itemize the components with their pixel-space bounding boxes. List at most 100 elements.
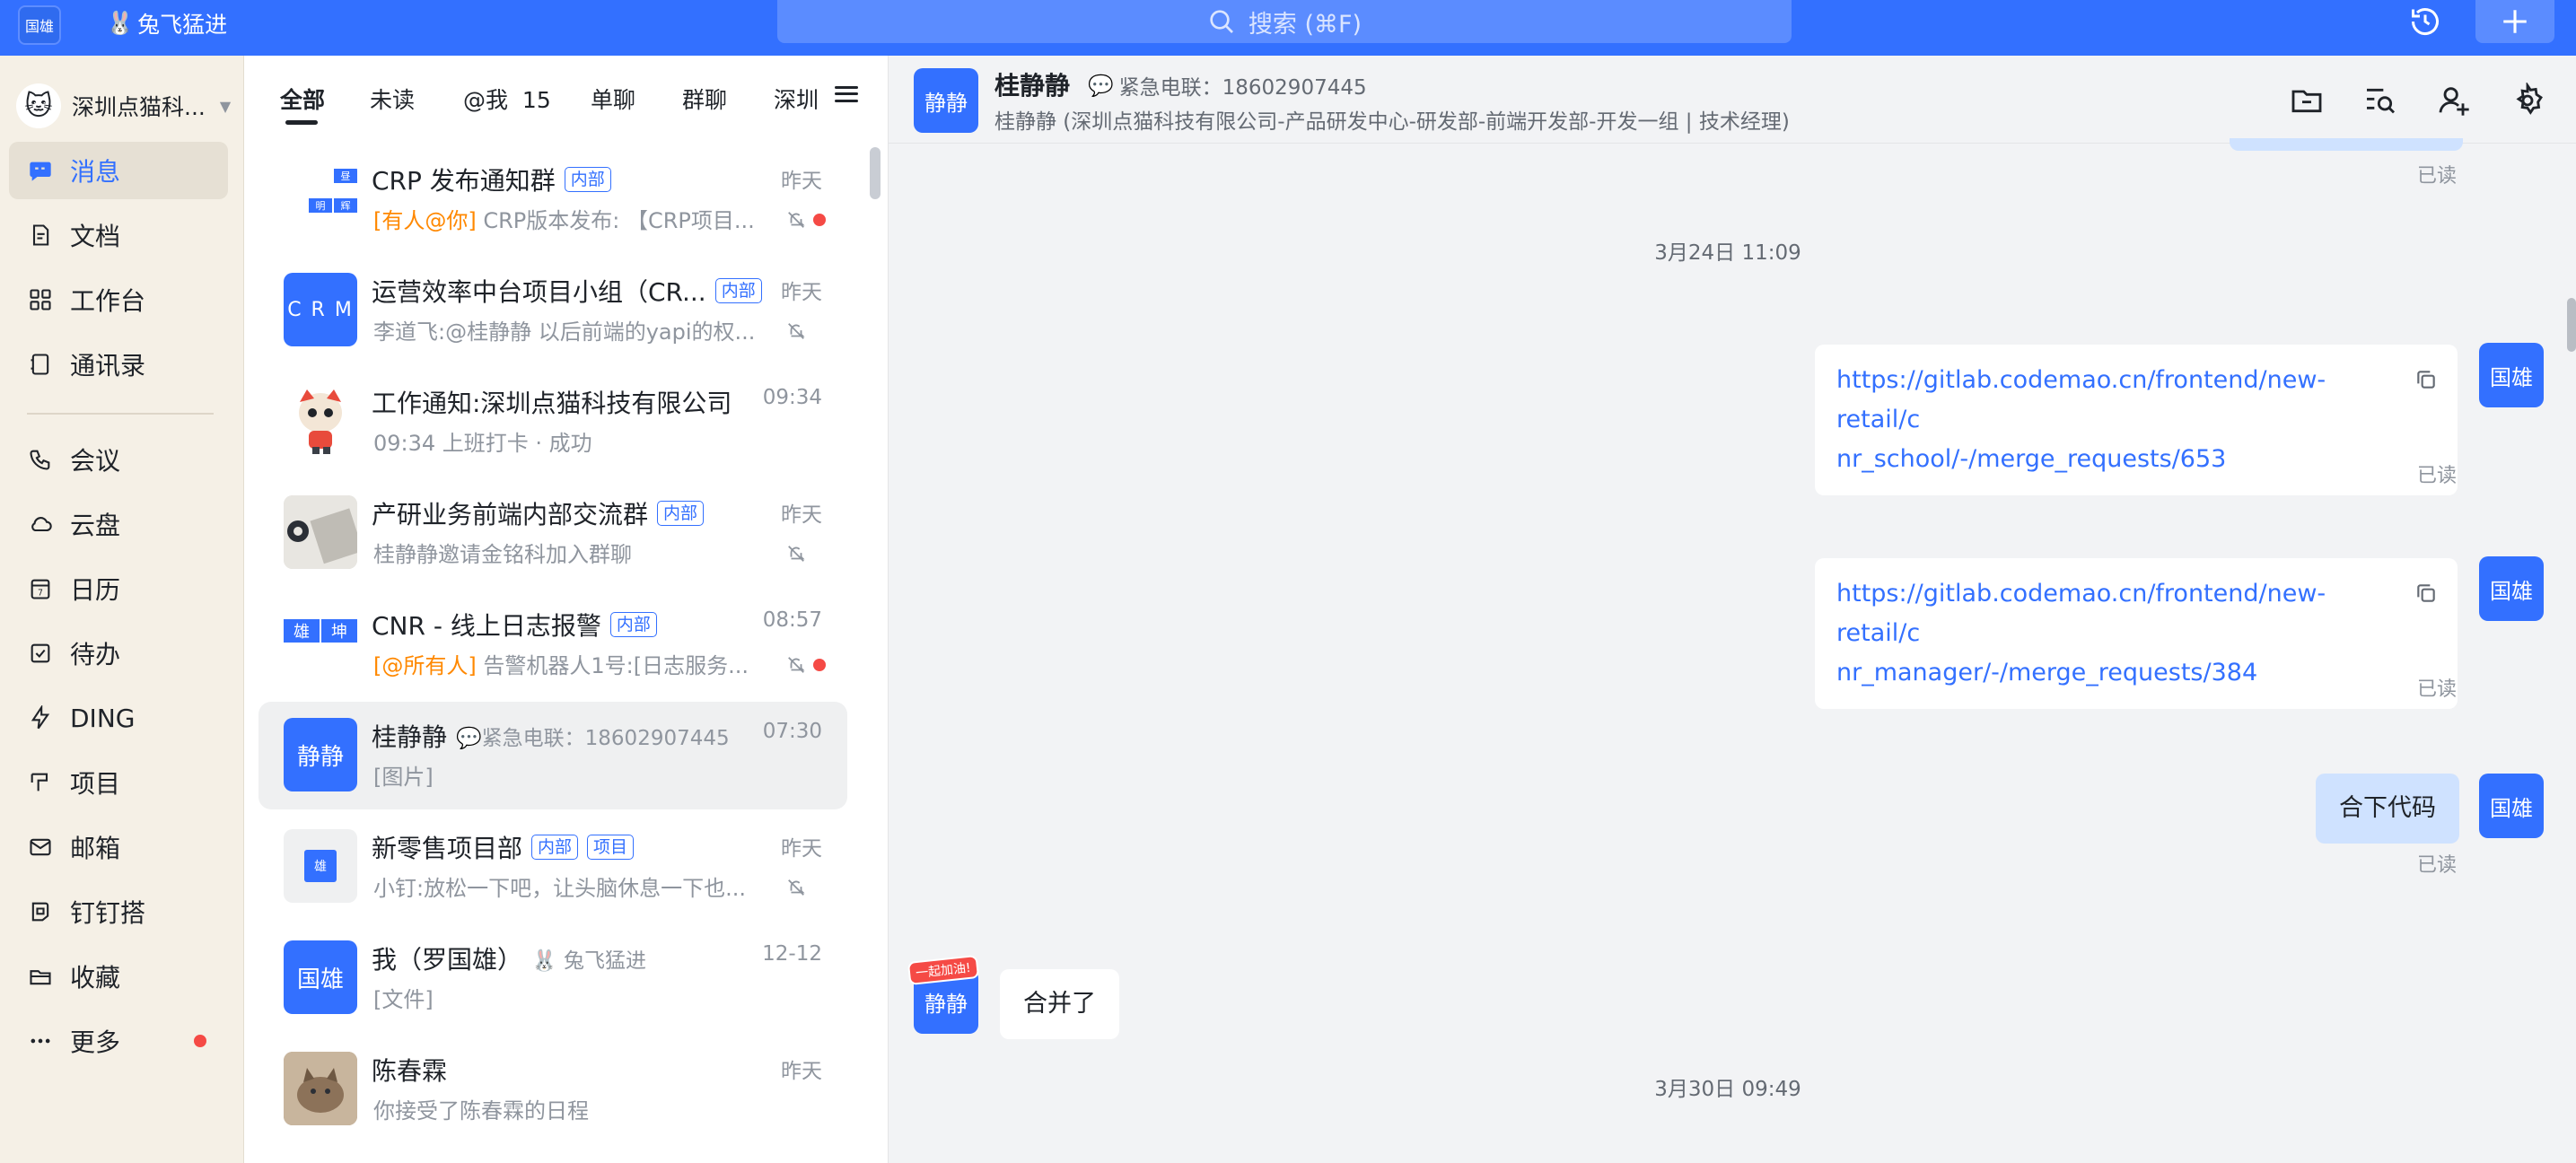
nav-meeting[interactable]: 会议 <box>9 431 228 488</box>
nav-more[interactable]: 更多 <box>9 1012 228 1070</box>
mute-bell-icon <box>788 323 805 339</box>
chat-scrollbar[interactable] <box>2567 298 2576 352</box>
conversation-time: 昨天 <box>781 170 822 193</box>
nav-mail[interactable]: 邮箱 <box>9 818 228 876</box>
left-navigation: 🐱 深圳点猫科... ▼ 消息 文档 工作台 通讯录 会议 云盘 7 日历 待办… <box>0 56 244 1163</box>
nav-label: 项目 <box>70 769 121 799</box>
nav-divider <box>27 413 214 415</box>
nav-builder[interactable]: 钉钉搭 <box>9 883 228 940</box>
conversation-time: 昨天 <box>781 281 822 304</box>
my-avatar[interactable]: 国雄 <box>2479 556 2544 621</box>
tab-mention[interactable]: @我 15 <box>463 83 551 115</box>
conversation-title-row: 新零售项目部 内部 项目 <box>372 829 635 865</box>
user-avatar[interactable]: 国雄 <box>18 5 61 45</box>
mention-tag: [有人@你] <box>373 208 477 233</box>
nav-todo[interactable]: 待办 <box>9 625 228 682</box>
tab-group[interactable]: 群聊 <box>682 83 727 115</box>
org-switcher[interactable]: 🐱 深圳点猫科... ▼ <box>16 77 232 135</box>
message-link[interactable]: https://gitlab.codemao.cn/frontend/new-r… <box>1836 574 2380 653</box>
conversation-item[interactable]: 产研业务前端内部交流群 内部 昨天 桂静静邀请金铭科加入群聊 <box>258 479 847 587</box>
copy-icon[interactable] <box>2414 368 2438 391</box>
chat-contact-name[interactable]: 桂静静 <box>994 66 1070 102</box>
create-button[interactable] <box>2475 0 2554 43</box>
nav-calendar[interactable]: 7 日历 <box>9 560 228 617</box>
nav-project[interactable]: 项目 <box>9 754 228 811</box>
mascot-avatar <box>284 384 357 458</box>
conversation-item[interactable]: 雄 坤 CNR - 线上日志报警 内部 08:57 [@所有人] 告警机器人1号… <box>258 590 847 698</box>
conversation-avatar: C R M <box>284 273 357 346</box>
conversation-title-row: 工作通知:深圳点猫科技有限公司 <box>372 384 732 420</box>
tab-menu-icon[interactable] <box>833 81 860 108</box>
my-avatar[interactable]: 国雄 <box>2479 343 2544 407</box>
message-bubble-link[interactable]: https://gitlab.codemao.cn/frontend/new-r… <box>1815 345 2458 495</box>
conversation-preview: 小钉:放松一下吧，让头脑休息一下也... <box>373 876 746 901</box>
plus-icon <box>2503 10 2527 33</box>
unread-dot <box>813 659 826 671</box>
search-history-icon[interactable] <box>2362 83 2398 118</box>
nav-label: 会议 <box>70 446 121 476</box>
history-icon[interactable] <box>2405 2 2445 41</box>
add-member-icon[interactable] <box>2436 83 2472 118</box>
message-bubble-theirs[interactable]: 合并了 <box>1000 969 1119 1039</box>
conversation-time: 昨天 <box>781 1060 822 1083</box>
nav-ding[interactable]: DING <box>9 689 228 747</box>
nav-label: 邮箱 <box>70 834 121 863</box>
settings-gear-icon[interactable] <box>2510 83 2545 118</box>
org-logo: 🐱 <box>16 83 61 128</box>
message-bubble-mine[interactable]: 合下代码 <box>2316 774 2459 844</box>
conversation-preview: [图片] <box>373 765 434 790</box>
nav-workbench[interactable]: 工作台 <box>9 271 228 328</box>
read-receipt: 已读 <box>2417 678 2458 701</box>
message-timestamp: 3月24日 11:09 <box>1654 241 1801 265</box>
conversation-item[interactable]: 国雄 我（罗国雄） 🐰 兔飞猛进 12-12 [文件] <box>258 924 847 1032</box>
chevron-down-icon: ▼ <box>219 97 232 115</box>
conversation-item-selected[interactable]: 静静 桂静静 💬紧急电联：18602907445 07:30 [图片] <box>258 702 847 809</box>
nav-docs[interactable]: 文档 <box>9 206 228 264</box>
previous-message-bubble <box>2230 138 2463 151</box>
nav-messages[interactable]: 消息 <box>9 142 228 199</box>
tab-all[interactable]: 全部 <box>280 83 325 115</box>
conversation-item[interactable]: 工作通知:深圳点猫科技有限公司 09:34 09:34 上班打卡 · 成功 <box>258 368 847 476</box>
conversation-avatar: 静静 <box>284 718 357 791</box>
chat-contact-avatar[interactable]: 静静 <box>914 68 978 133</box>
contact-avatar[interactable]: 静静 一起加油! <box>907 955 979 1034</box>
read-receipt: 已读 <box>2417 165 2458 188</box>
conversation-tabs: 全部 未读 @我 15 单聊 群聊 深圳 <box>244 56 889 145</box>
project-badge: 项目 <box>587 835 635 860</box>
message-link[interactable]: https://gitlab.codemao.cn/frontend/new-r… <box>1836 361 2380 440</box>
internal-badge: 内部 <box>564 167 611 192</box>
global-search-box[interactable]: 搜索 (⌘F) <box>777 0 1792 43</box>
list-scrollbar[interactable] <box>870 147 881 199</box>
message-bubble-link[interactable]: https://gitlab.codemao.cn/frontend/new-r… <box>1815 558 2458 709</box>
conversation-item[interactable]: 雄 新零售项目部 内部 项目 昨天 小钉:放松一下吧，让头脑休息一下也... <box>258 813 847 921</box>
message-link[interactable]: nr_school/-/merge_requests/653 <box>1836 440 2380 479</box>
conversation-title-row: 陈春霖 <box>372 1052 447 1088</box>
message-link[interactable]: nr_manager/-/merge_requests/384 <box>1836 653 2380 693</box>
conversation-item[interactable]: 昼 明辉 CRP 发布通知群 内部 昨天 [有人@你] CRP版本发布: 【CR… <box>258 145 847 253</box>
mute-bell-icon <box>788 212 805 228</box>
status-emoji: 🐰 <box>106 10 135 36</box>
tab-active-indicator <box>285 120 318 125</box>
nav-cloud[interactable]: 云盘 <box>9 495 228 553</box>
nav-favorites[interactable]: 收藏 <box>9 948 228 1005</box>
unread-dot <box>194 1035 206 1047</box>
search-placeholder: 搜索 (⌘F) <box>1248 10 1362 39</box>
document-icon <box>27 222 54 249</box>
tab-unread[interactable]: 未读 <box>370 83 415 115</box>
my-avatar[interactable]: 国雄 <box>2479 774 2544 838</box>
tab-single[interactable]: 单聊 <box>591 83 635 115</box>
tab-shenzhen[interactable]: 深圳 <box>774 83 817 115</box>
conversation-preview: 09:34 上班打卡 · 成功 <box>373 431 592 456</box>
mute-bell-icon <box>788 546 805 562</box>
nav-label: 待办 <box>70 640 121 669</box>
copy-icon[interactable] <box>2414 582 2438 605</box>
user-status[interactable]: 🐰 兔飞猛进 <box>106 7 227 39</box>
nav-label: 消息 <box>70 157 121 187</box>
folder-icon[interactable] <box>2289 83 2325 118</box>
nav-label: 更多 <box>70 1027 121 1057</box>
read-receipt: 已读 <box>2417 854 2458 877</box>
conversation-list: 全部 未读 @我 15 单聊 群聊 深圳 昼 明辉 CRP 发布通知群 内部 昨… <box>244 56 889 1163</box>
conversation-item[interactable]: C R M 运营效率中台项目小组（CR... 内部 昨天 李道飞:@桂静静 以后… <box>258 257 847 364</box>
nav-contacts[interactable]: 通讯录 <box>9 336 228 393</box>
conversation-item[interactable]: 陈春霖 昨天 你接受了陈春霖的日程 <box>258 1036 847 1143</box>
